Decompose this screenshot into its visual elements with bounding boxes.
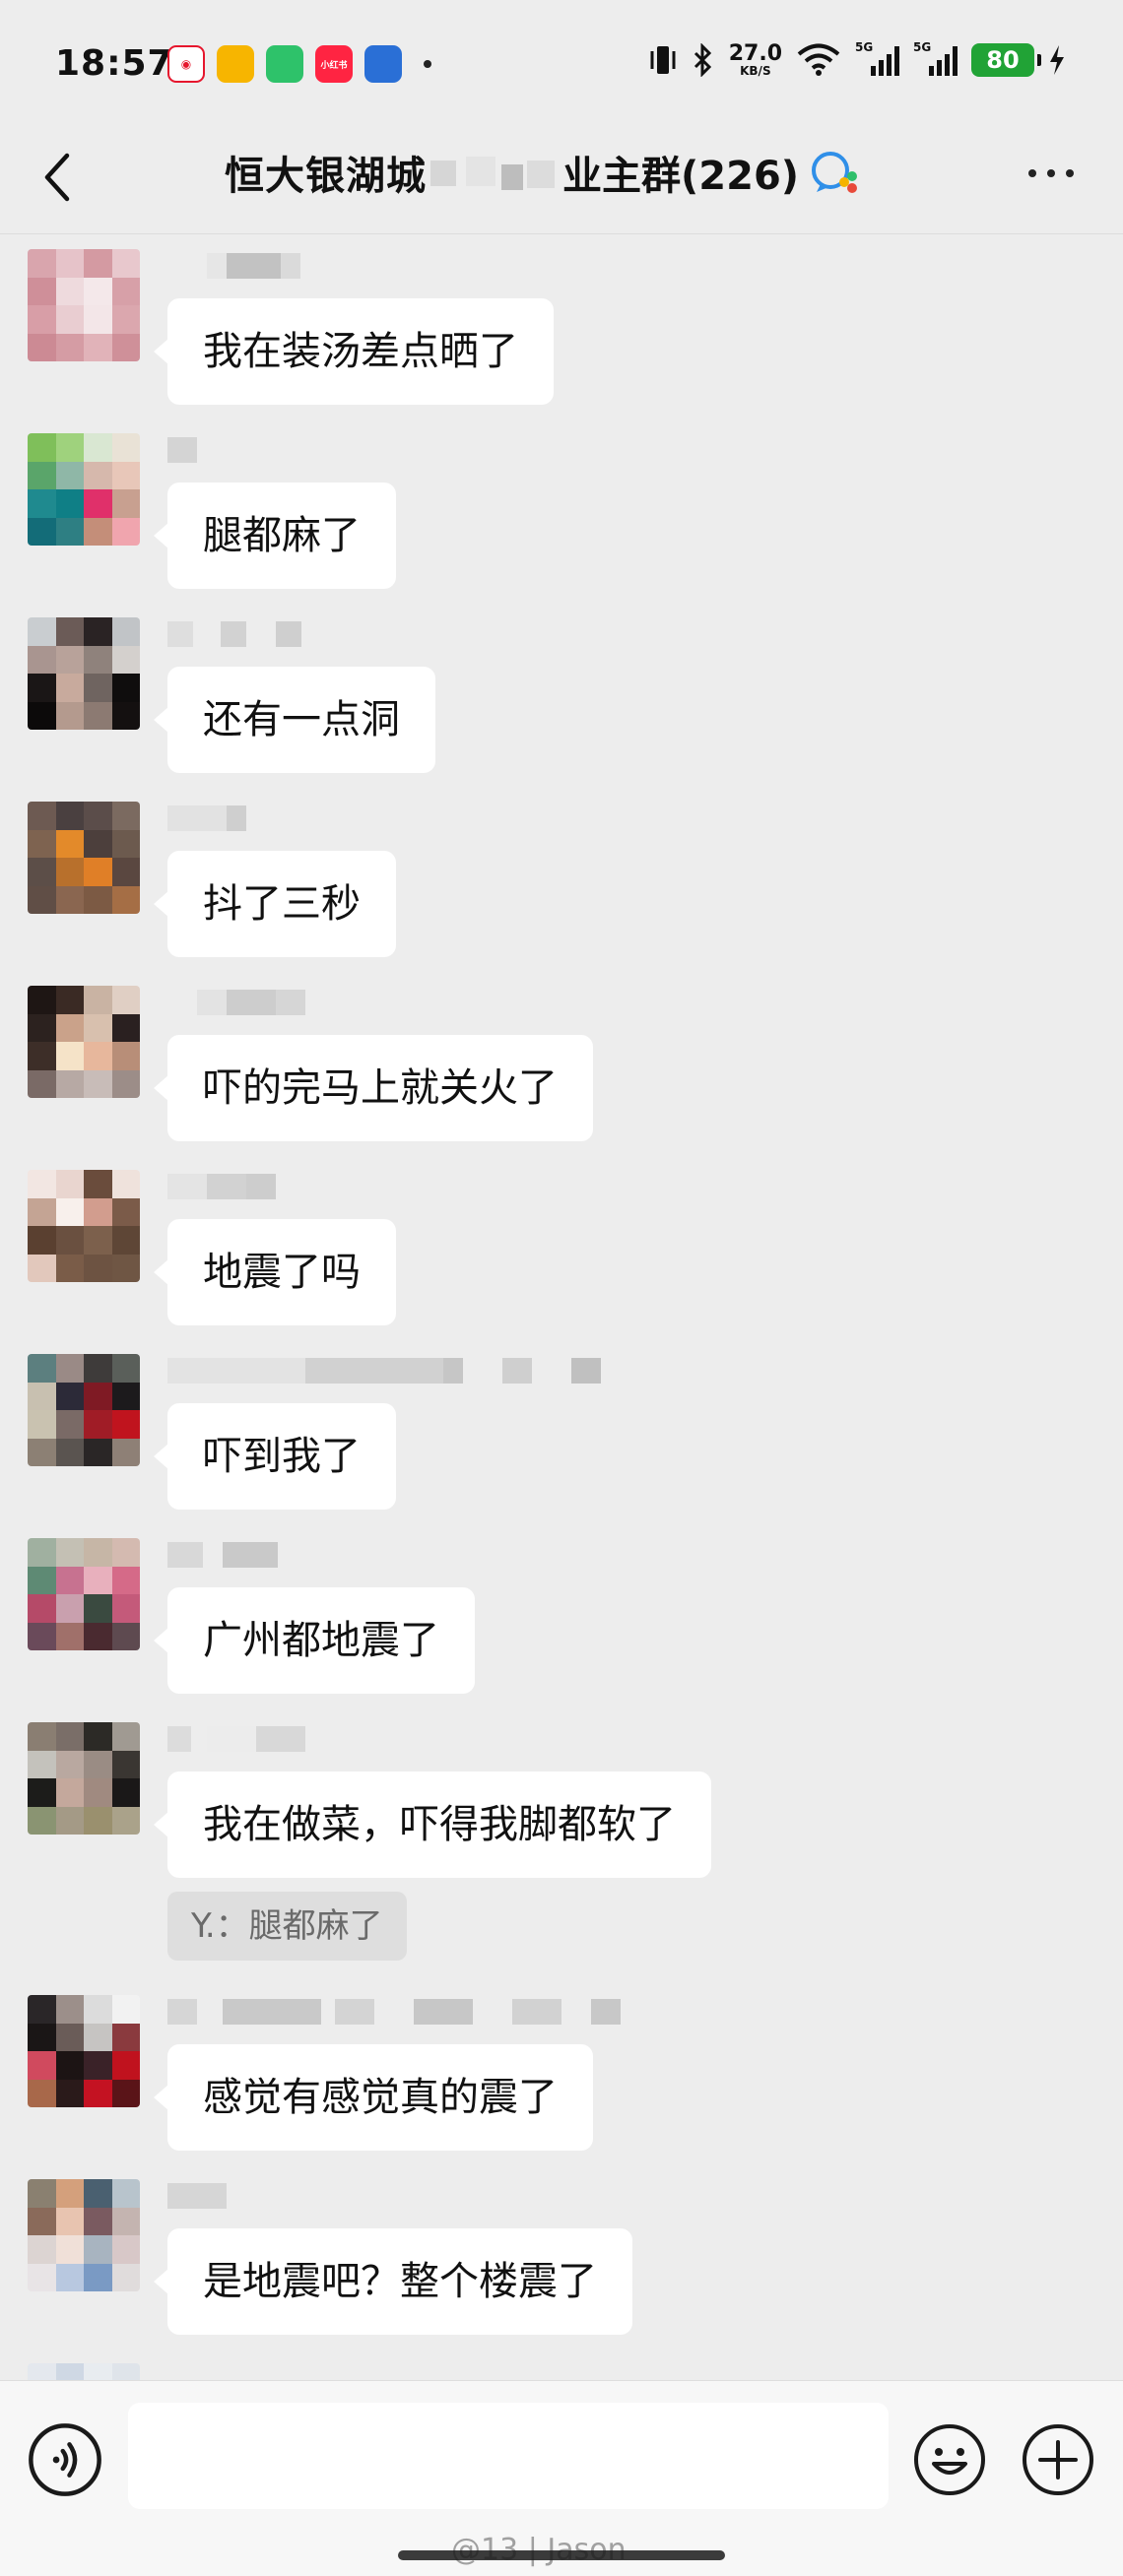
avatar[interactable] <box>28 802 140 914</box>
plus-icon[interactable] <box>1021 2422 1095 2497</box>
chat-title[interactable]: 恒大银湖城 业主群(226) <box>225 144 862 201</box>
home-indicator[interactable] <box>398 2550 725 2560</box>
weibo-icon: ◉ <box>167 45 205 83</box>
app-icon-label: 小红书 <box>320 60 348 71</box>
message-bubble[interactable]: 感觉有感觉真的震了 <box>154 2044 593 2151</box>
message-bubble[interactable]: 吓的完马上就关火了 <box>154 1035 593 1141</box>
input-bar: @13 | Jason <box>0 2380 1123 2576</box>
avatar[interactable] <box>28 2363 140 2380</box>
signal2-label: 5G <box>913 40 932 54</box>
charging-icon <box>1050 45 1064 75</box>
avatar[interactable] <box>28 2179 140 2291</box>
chat-header: 恒大银湖城 业主群(226) <box>0 128 1123 234</box>
bluetooth-icon <box>694 43 711 77</box>
message-bubble[interactable]: 广州都地震了 <box>154 1587 475 1694</box>
avatar[interactable] <box>28 1722 140 1835</box>
bilibili-icon <box>364 45 402 83</box>
avatar[interactable] <box>28 1170 140 1282</box>
voice-input-icon[interactable] <box>28 2422 102 2497</box>
sender-name-redacted <box>167 437 621 463</box>
wallet-icon <box>266 45 303 83</box>
message-bubble[interactable]: 地震了吗 <box>154 1219 396 1325</box>
message-input[interactable] <box>128 2403 889 2509</box>
emoji-icon[interactable] <box>912 2422 987 2497</box>
more-options-icon[interactable] <box>1028 169 1074 177</box>
sender-name-redacted <box>167 1542 621 1568</box>
notification-icons: ◉ 小红书 <box>167 45 431 83</box>
wecom-group-icon <box>812 152 858 193</box>
net-speed-unit: KB/S <box>740 64 771 78</box>
avatar[interactable] <box>28 1995 140 2107</box>
battery-level: 80 <box>986 46 1020 74</box>
chat-title-part2: 业主群(226) <box>562 154 800 199</box>
back-arrow-icon[interactable] <box>37 148 77 207</box>
message-bubble[interactable]: 我在做菜，吓得我脚都软了 <box>154 1771 711 1878</box>
chat-title-part1: 恒大银湖城 <box>225 154 427 199</box>
sender-name-redacted <box>167 990 621 1015</box>
sender-name-redacted <box>167 805 621 831</box>
status-bar: 18:57 ◉ 小红书 27.0 KB/S 5G 5G 80 <box>0 0 1123 128</box>
avatar[interactable] <box>28 433 140 546</box>
avatar[interactable] <box>28 1354 140 1466</box>
xiaohongshu-icon: 小红书 <box>315 45 353 83</box>
message-bubble[interactable]: 腿都麻了 <box>154 483 396 589</box>
avatar[interactable] <box>28 986 140 1098</box>
battery-icon: 80 <box>971 43 1041 77</box>
signal-icon-sim2: 5G <box>913 40 958 76</box>
sender-name-redacted <box>167 621 621 647</box>
message-list[interactable]: 我在装汤差点晒了 腿都麻了还有一点洞抖了三秒吓的完马上就关火了 地震了吗吓到我了广州… <box>0 235 1123 2380</box>
message-bubble[interactable]: 抖了三秒 <box>154 851 396 957</box>
sender-name-redacted <box>167 253 621 279</box>
message-bubble[interactable]: 吓到我了 <box>154 1403 396 1510</box>
message-bubble[interactable]: 还有一点洞 <box>154 667 435 773</box>
message-bubble[interactable]: 是地震吧？整个楼震了 <box>154 2228 632 2335</box>
net-speed-value: 27.0 <box>728 41 782 66</box>
vibrate-icon <box>650 46 676 74</box>
signal1-label: 5G <box>855 40 874 54</box>
status-time: 18:57 <box>55 43 173 84</box>
more-notifications-dot <box>424 60 431 68</box>
sender-name-redacted <box>167 1726 621 1752</box>
avatar[interactable] <box>28 617 140 730</box>
sender-name-redacted <box>167 1174 621 1199</box>
sender-name-redacted <box>167 1999 621 2025</box>
wifi-icon <box>797 43 840 76</box>
net-speed: 27.0 KB/S <box>728 41 782 78</box>
message-bubble[interactable]: 我在装汤差点晒了 <box>154 298 554 405</box>
mail-icon <box>217 45 254 83</box>
quoted-reply[interactable]: Y.：腿都麻了 <box>167 1892 407 1961</box>
system-icons: 27.0 KB/S 5G 5G 80 <box>648 40 1066 78</box>
signal-icon-sim1: 5G <box>855 40 899 76</box>
avatar[interactable] <box>28 249 140 361</box>
title-redaction <box>430 153 559 192</box>
avatar[interactable] <box>28 1538 140 1650</box>
sender-name-redacted <box>167 2183 621 2209</box>
sender-name-redacted <box>167 1358 621 1384</box>
